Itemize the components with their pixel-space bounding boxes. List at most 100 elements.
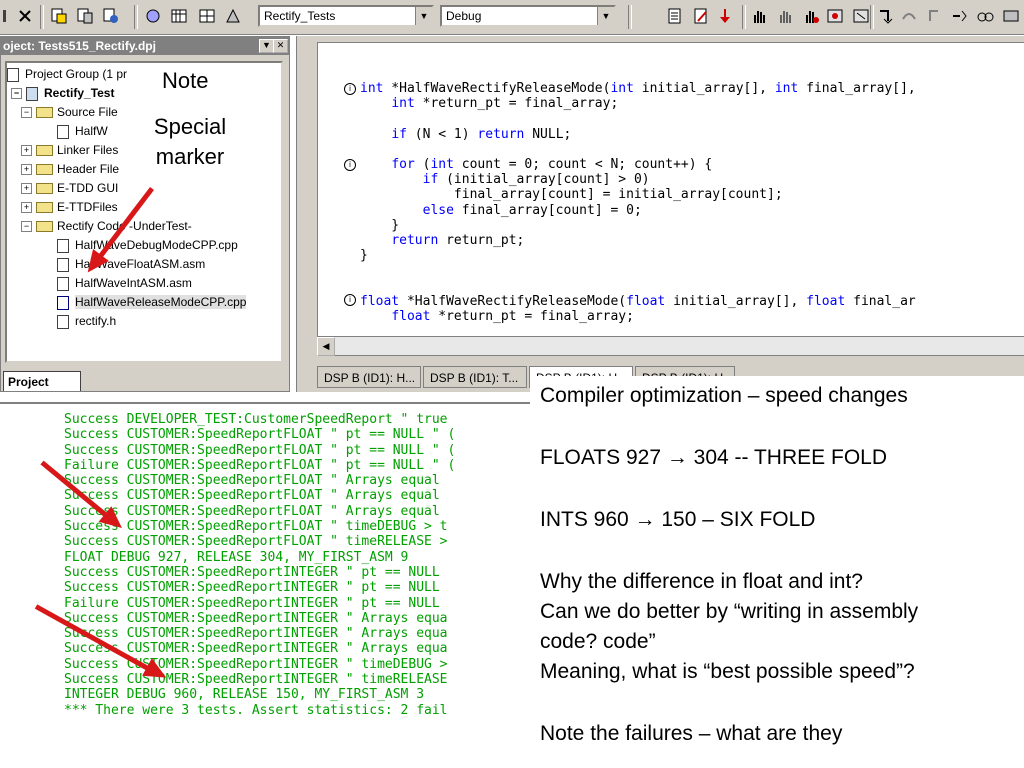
step-out-icon[interactable] (924, 7, 942, 25)
note-label: Note (162, 68, 209, 93)
folder-icon (36, 145, 53, 157)
scroll-left-icon[interactable]: ◀ (317, 337, 335, 356)
config-combo[interactable]: Debug ▼ (440, 5, 616, 27)
output-line: Success CUSTOMER:SpeedReportFLOAT " pt =… (64, 442, 456, 458)
folder-icon (36, 107, 53, 119)
compile-icon[interactable] (102, 7, 120, 25)
tree-item-linker-files[interactable]: + Linker Files (21, 141, 118, 160)
document-icon[interactable] (666, 7, 684, 25)
toolbar: Rectify_Tests ▼ Debug ▼ (0, 0, 1024, 35)
code-line: float *return_pt = final_array; (391, 309, 634, 324)
tree-item-file-selected[interactable]: HalfWaveReleaseModeCPP.cpp (57, 293, 247, 312)
code-line: return return_pt; (391, 233, 525, 248)
toolbar-separator (134, 5, 138, 29)
expand-icon[interactable]: + (21, 202, 32, 214)
output-line: Success CUSTOMER:SpeedReportFLOAT " Arra… (64, 473, 440, 489)
annotation-box: Compiler optimization – speed changes FLO… (530, 376, 1024, 768)
tree-item-etdd-gui[interactable]: + E-TDD GUI (21, 179, 118, 198)
rebuild-icon[interactable] (76, 7, 94, 25)
output-lines: Success DEVELOPER_TEST:CustomerSpeedRepo… (64, 412, 455, 718)
output-line: Success CUSTOMER:SpeedReportFLOAT " time… (64, 534, 448, 550)
grid-icon[interactable] (198, 7, 216, 25)
debug-icon[interactable] (716, 7, 734, 25)
annotation-line: FLOATS 927 → 304 -- THREE FOLD (540, 446, 887, 469)
breakpoint-icon[interactable] (826, 7, 844, 25)
tab-document-1[interactable]: DSP B (ID1): H... (317, 366, 421, 388)
hand-icon[interactable] (776, 7, 794, 25)
function-marker-icon: i (344, 294, 356, 306)
toolbar-separator (870, 5, 874, 29)
tree-item-ettd-files[interactable]: + E-TTDFiles (21, 198, 118, 217)
chevron-down-icon[interactable]: ▼ (597, 7, 614, 25)
watch-icon[interactable] (976, 7, 994, 25)
annotation-line: Note the failures – what are they (540, 722, 843, 745)
clean-icon[interactable] (224, 7, 242, 25)
dropdown-icon[interactable]: ▼ (259, 39, 274, 53)
close-icon[interactable] (16, 7, 34, 25)
code-line: } (360, 248, 368, 264)
toolbar-separator (628, 5, 632, 29)
tab-label: DSP B (ID1): T... (430, 371, 519, 385)
tree-item-file[interactable]: HalfWaveFloatASM.asm (57, 255, 205, 274)
memory-icon[interactable] (1002, 7, 1020, 25)
function-marker-icon: i (344, 159, 356, 171)
folder-icon (36, 183, 53, 195)
special-marker-label: Special marker (153, 114, 227, 169)
annotation-line: Can we do better by “writing in assembly (540, 600, 919, 623)
file-icon (57, 124, 69, 139)
calendar-icon[interactable] (170, 7, 188, 25)
expand-icon[interactable]: + (21, 183, 32, 195)
chevron-down-icon[interactable]: ▼ (415, 7, 432, 25)
tree-item-file[interactable]: HalfWaveIntASM.asm (57, 274, 192, 293)
collapse-icon[interactable]: − (21, 221, 32, 233)
output-line: *** There were 3 tests. Assert statistic… (64, 702, 448, 718)
annotation-line: Compiler optimization – speed changes (540, 384, 908, 407)
project-tab-label: Project (8, 375, 49, 389)
expand-icon[interactable]: + (21, 164, 32, 176)
edit-icon[interactable] (692, 7, 710, 25)
output-line: Success CUSTOMER:SpeedReportINTEGER " Ar… (64, 626, 448, 642)
horizontal-scrollbar[interactable]: ◀ (317, 336, 1024, 356)
code-editor[interactable]: i i i int *HalfWaveRectifyReleaseMode(in… (317, 42, 1024, 356)
output-line: Success CUSTOMER:SpeedReportINTEGER " pt… (64, 580, 440, 596)
code-line: else final_array[count] = 0; (422, 202, 642, 218)
tree-item-project-group[interactable]: Project Group (1 pr (7, 65, 127, 84)
output-line: Success CUSTOMER:SpeedReportINTEGER " pt… (64, 564, 440, 580)
folder-icon (36, 164, 53, 176)
step-over-icon[interactable] (900, 7, 918, 25)
tree-item-rectify-code[interactable]: − Rectify Code -UnderTest- (21, 217, 192, 236)
tree-item-project[interactable]: − Rectify_Test (11, 84, 114, 103)
step-into-icon[interactable] (876, 7, 894, 25)
options-icon[interactable] (144, 7, 162, 25)
tab-label: DSP B (ID1): H... (324, 371, 416, 385)
annotation-line: Meaning, what is “best possible speed”? (540, 660, 915, 683)
collapse-icon[interactable]: − (11, 88, 22, 100)
tree-item-header-files[interactable]: + Header File (21, 160, 119, 179)
output-line: Failure CUSTOMER:SpeedReportFLOAT " pt =… (64, 457, 456, 473)
tree-item-file[interactable]: rectify.h (57, 312, 116, 331)
project-icon (26, 86, 38, 101)
project-panel-title: oject: Tests515_Rectify.dpj (1, 37, 289, 55)
hand-stop-icon[interactable] (802, 7, 820, 25)
tab-document-2[interactable]: DSP B (ID1): T... (423, 366, 527, 388)
tree-item-source-files[interactable]: − Source File (21, 103, 118, 122)
expand-icon[interactable]: + (21, 145, 32, 157)
function-marker-icon: i (344, 83, 356, 95)
output-line: Failure CUSTOMER:SpeedReportINTEGER " pt… (64, 595, 440, 611)
build-icon[interactable] (50, 7, 68, 25)
project-combo-value: Rectify_Tests (264, 9, 336, 23)
file-icon (57, 238, 69, 253)
project-combo[interactable]: Rectify_Tests ▼ (258, 5, 434, 27)
tab-project[interactable]: Project (3, 371, 81, 391)
tree-item-file[interactable]: HalfWaveDebugModeCPP.cpp (57, 236, 238, 255)
tree-item-file[interactable]: HalfW (57, 122, 108, 141)
collapse-icon[interactable]: − (21, 107, 32, 119)
hand-icon[interactable] (750, 7, 768, 25)
toolbar-separator (742, 5, 746, 29)
toolbar-separator (40, 5, 44, 29)
close-icon[interactable]: ✕ (273, 39, 288, 53)
run-to-cursor-icon[interactable] (950, 7, 968, 25)
code-line: for (int count = 0; count < N; count++) … (391, 157, 713, 172)
clear-breakpoints-icon[interactable] (852, 7, 870, 25)
file-icon (57, 295, 69, 310)
